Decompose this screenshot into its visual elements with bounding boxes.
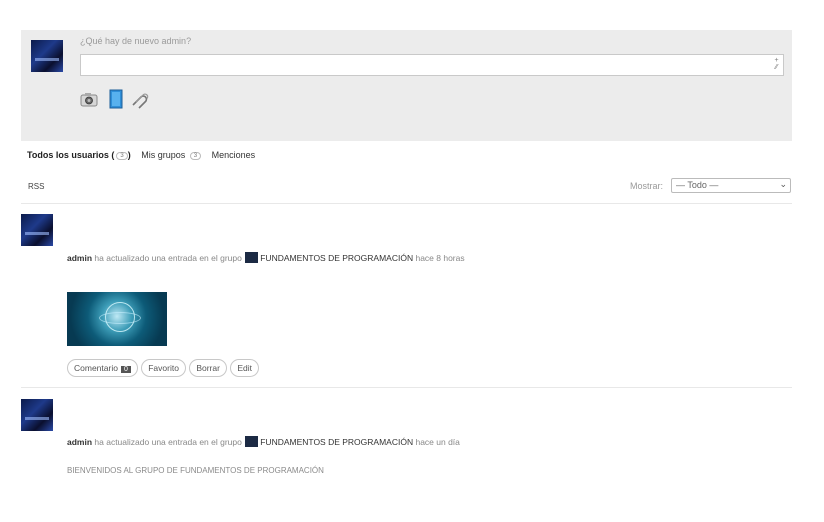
resize-handle-icon[interactable]: + ⁄⁄	[772, 57, 781, 73]
favorite-button[interactable]: Favorito	[141, 359, 186, 377]
show-filter-value: — Todo —	[676, 180, 719, 190]
post-form: ¿Qué hay de nuevo admin? + ⁄⁄	[21, 30, 792, 141]
tab-my-groups[interactable]: Mis grupos 3	[141, 150, 202, 160]
show-filter-label: Mostrar:	[630, 181, 664, 191]
tab-mentions[interactable]: Menciones	[212, 150, 256, 160]
tab-count: 3	[189, 152, 202, 160]
activity-actions: Comentario 0 Favorito Borrar Edit	[67, 359, 260, 377]
activity-header: admin ha actualizado una entrada en el g…	[67, 252, 465, 263]
chevron-down-icon: ⌄	[779, 179, 787, 189]
activity-tabs: Todos los usuarios (3) Mis grupos 3 Menc…	[27, 150, 263, 160]
comment-button[interactable]: Comentario 0	[67, 359, 138, 377]
divider	[21, 203, 792, 204]
rss-link[interactable]: RSS	[28, 182, 44, 191]
activity-action: ha actualizado una entrada en el grupo	[94, 437, 242, 447]
activity-time[interactable]: hace 8 horas	[415, 253, 464, 263]
activity-avatar[interactable]	[21, 214, 53, 246]
activity-group-link[interactable]: FUNDAMENTOS DE PROGRAMACIÓN	[260, 437, 413, 447]
edit-button[interactable]: Edit	[230, 359, 259, 377]
activity-header: admin ha actualizado una entrada en el g…	[67, 436, 460, 447]
post-textarea[interactable]: + ⁄⁄	[80, 54, 784, 76]
post-prompt: ¿Qué hay de nuevo admin?	[80, 36, 192, 46]
document-icon[interactable]	[106, 89, 126, 109]
group-avatar-icon[interactable]	[245, 252, 259, 263]
activity-avatar[interactable]	[21, 399, 53, 431]
activity-user-link[interactable]: admin	[67, 437, 92, 447]
group-avatar-icon[interactable]	[245, 436, 259, 447]
divider	[21, 387, 792, 388]
activity-time[interactable]: hace un día	[415, 437, 459, 447]
activity-group-link[interactable]: FUNDAMENTOS DE PROGRAMACIÓN	[260, 253, 413, 263]
activity-user-link[interactable]: admin	[67, 253, 92, 263]
show-filter-select[interactable]: — Todo — ⌄	[671, 178, 791, 193]
camera-icon[interactable]	[79, 89, 99, 109]
tab-count: 3	[116, 152, 128, 160]
comment-count: 0	[120, 366, 131, 373]
activity-action: ha actualizado una entrada en el grupo	[94, 253, 242, 263]
ring-graphic	[99, 312, 141, 324]
delete-button[interactable]: Borrar	[189, 359, 227, 377]
link-icon[interactable]	[130, 89, 150, 109]
activity-image[interactable]	[67, 292, 167, 346]
user-avatar[interactable]	[31, 40, 63, 72]
activity-body: BIENVENIDOS AL GRUPO DE FUNDAMENTOS DE P…	[67, 466, 324, 475]
tab-all-users[interactable]: Todos los usuarios (3)	[27, 150, 131, 160]
